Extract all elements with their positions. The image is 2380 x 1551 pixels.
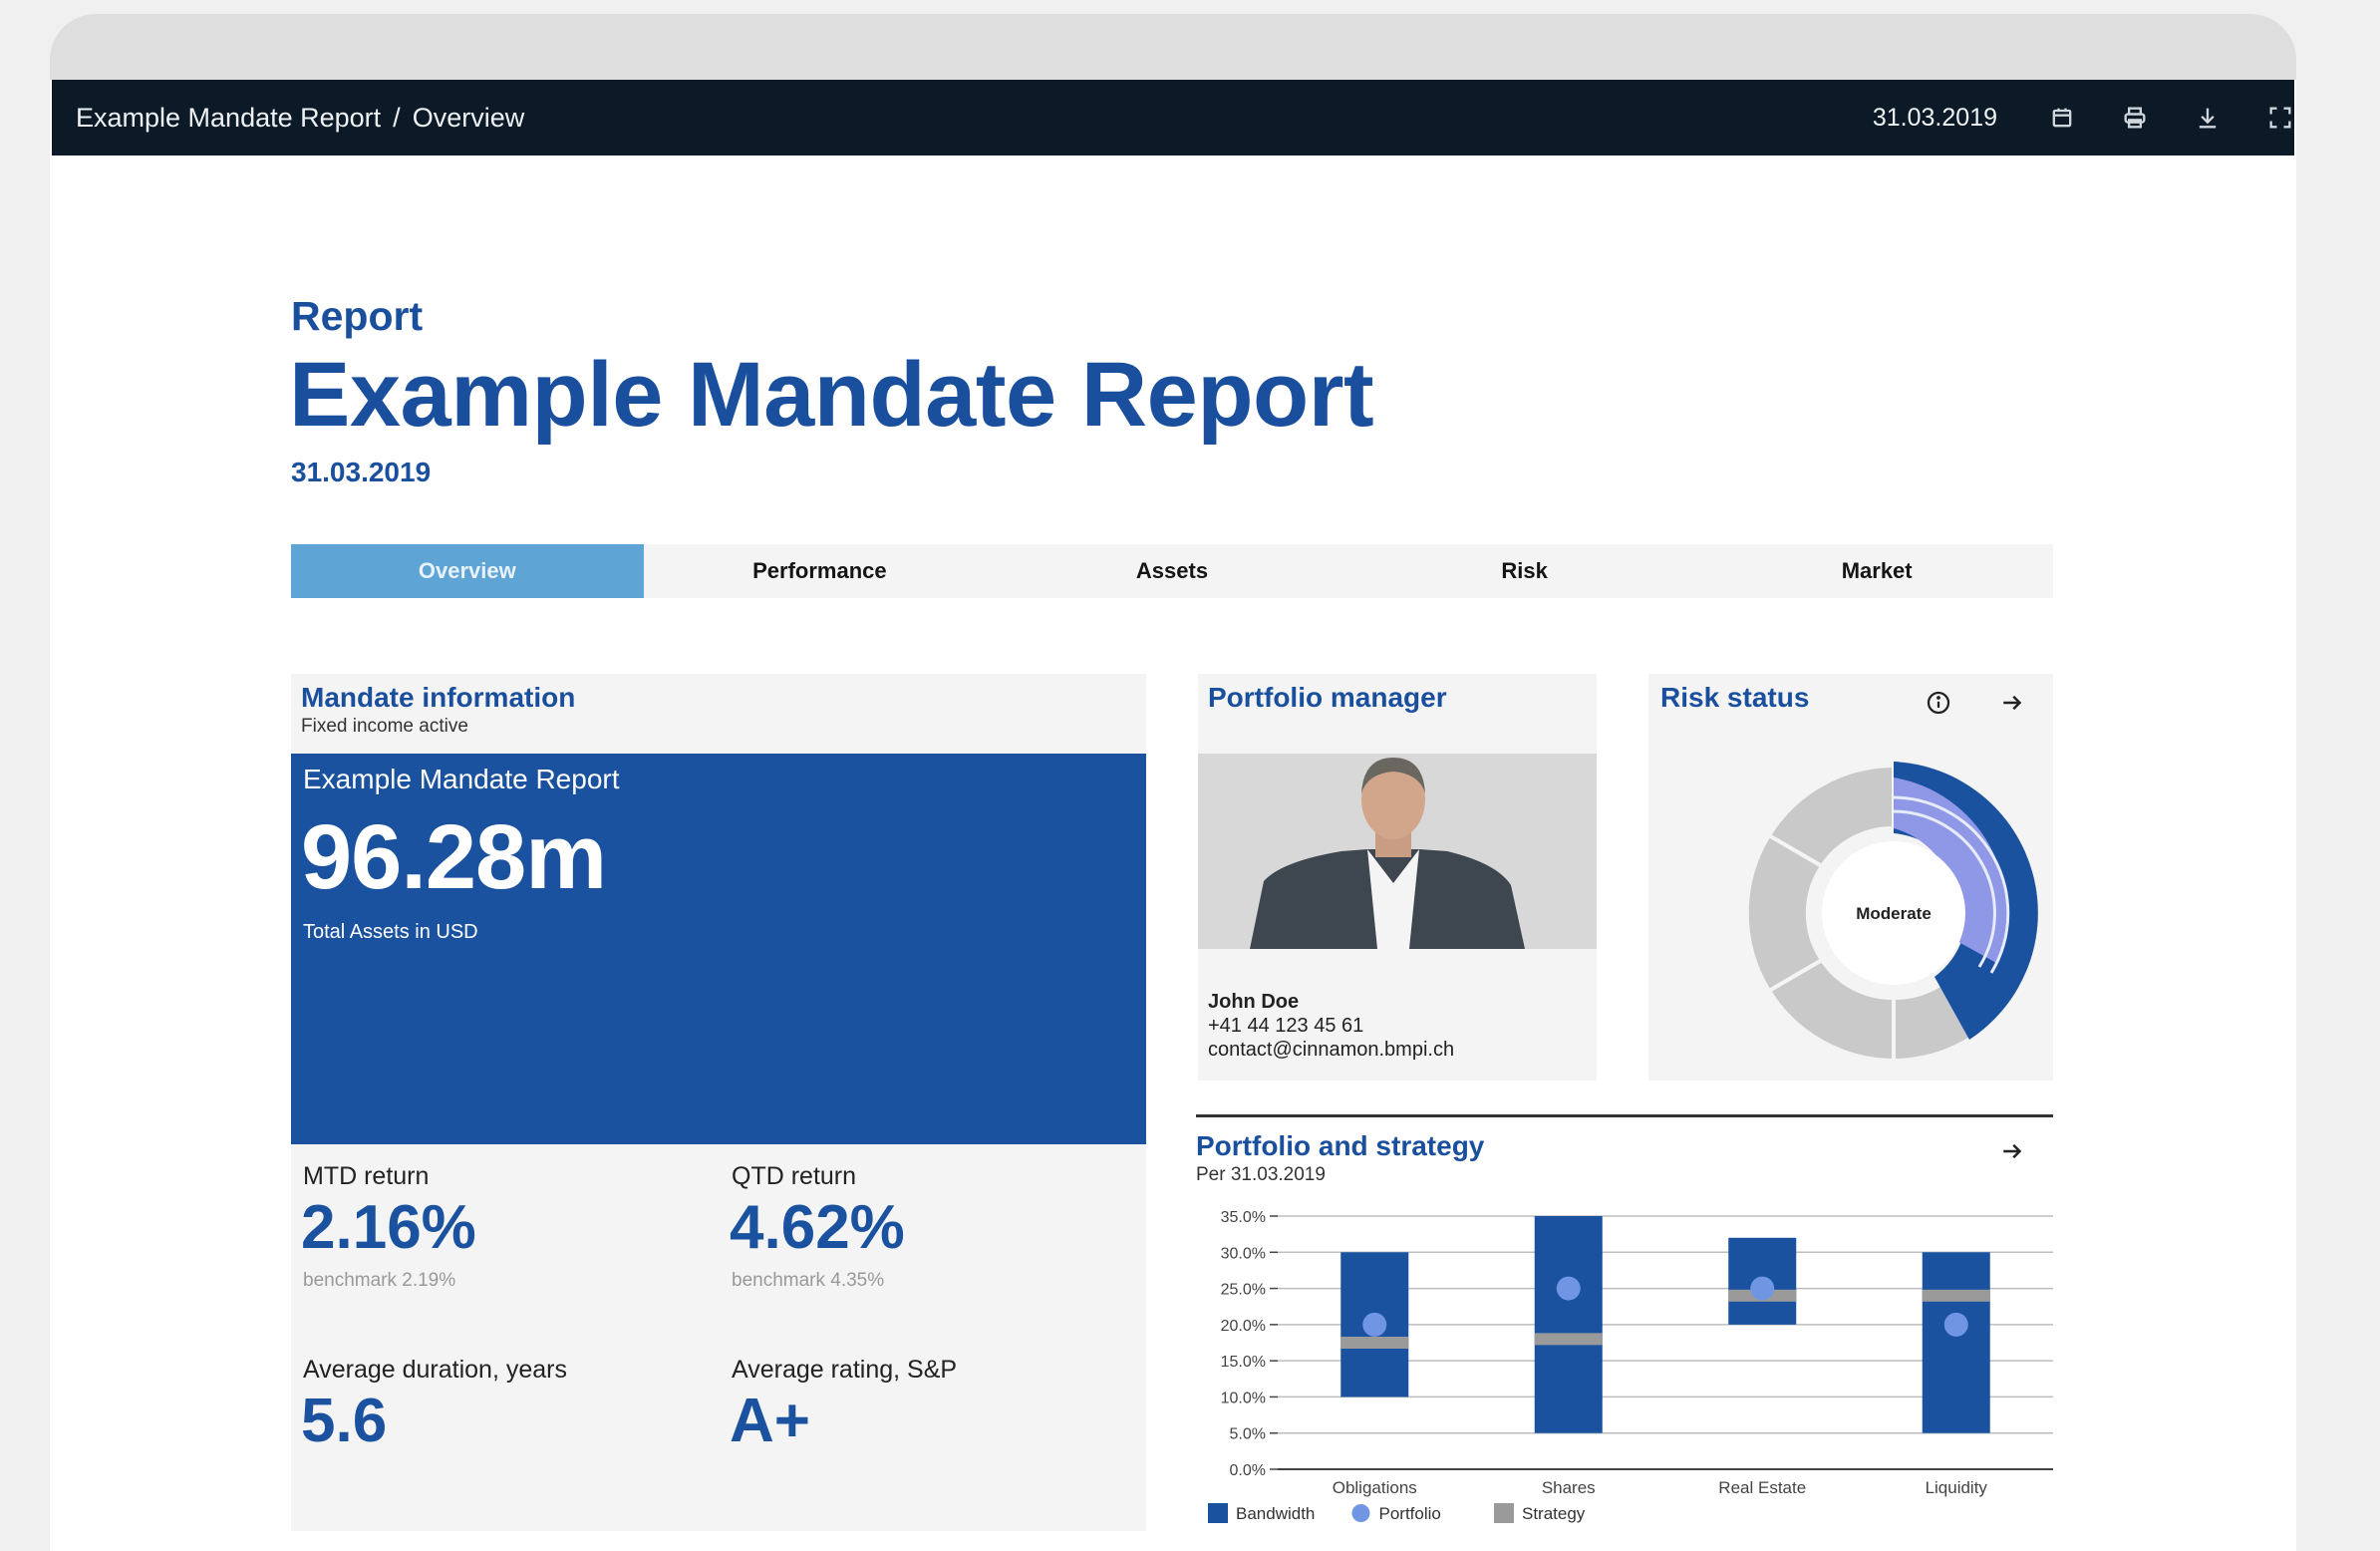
tab-risk[interactable]: Risk	[1348, 544, 1701, 598]
strategy-subtitle: Per 31.03.2019	[1196, 1164, 1326, 1185]
report-tabs: Overview Performance Assets Risk Market	[291, 544, 2053, 598]
tab-assets[interactable]: Assets	[996, 544, 1348, 598]
kpi-value: 2.16%	[301, 1193, 476, 1262]
mandate-title: Mandate information	[301, 682, 576, 713]
portfolio-strategy-chart: 0.0% 5.0% 10.0% 15.0% 20.0% 25.0% 30.0% 35.0% O…	[1208, 1209, 2053, 1523]
y-tick-label: 25.0%	[1221, 1282, 1266, 1299]
manager-portrait-icon	[1198, 754, 1597, 949]
legend-label: Bandwidth	[1236, 1504, 1315, 1523]
print-icon[interactable]	[2119, 102, 2151, 134]
tab-market[interactable]: Market	[1700, 544, 2053, 598]
manager-photo	[1198, 754, 1597, 949]
x-tick-label: Real Estate	[1718, 1478, 1806, 1497]
legend-label: Strategy	[1522, 1504, 1586, 1523]
mandate-subtitle: Fixed income active	[301, 716, 468, 737]
portfolio-point[interactable]	[1943, 1312, 1968, 1337]
breadcrumb-report[interactable]: Example Mandate Report	[76, 103, 381, 133]
manager-phone[interactable]: +41 44 123 45 61	[1208, 1015, 1363, 1038]
y-tick-label: 30.0%	[1221, 1245, 1266, 1262]
bandwidth-bar[interactable]	[1534, 1216, 1603, 1433]
y-tick-label: 10.0%	[1221, 1390, 1266, 1406]
kpi-label: QTD return	[732, 1162, 857, 1190]
kpi-value: 4.62%	[730, 1193, 905, 1262]
risk-level-label: Moderate	[1856, 904, 1932, 923]
kpi-benchmark: benchmark 2.19%	[303, 1270, 456, 1291]
breadcrumb-current: Overview	[412, 103, 525, 133]
fullscreen-icon[interactable]	[2264, 102, 2296, 134]
kpi-value: 5.6	[301, 1387, 388, 1455]
download-icon[interactable]	[2192, 102, 2224, 134]
legend-label: Portfolio	[1379, 1504, 1441, 1523]
info-icon[interactable]	[1924, 688, 1953, 718]
risk-status-title: Risk status	[1660, 682, 1810, 713]
calendar-icon[interactable]	[2046, 102, 2078, 134]
breadcrumb-separator: /	[393, 103, 401, 133]
arrow-right-icon[interactable]	[1997, 1136, 2027, 1166]
legend-swatch	[1351, 1504, 1370, 1522]
manager-name: John Doe	[1208, 991, 1300, 1013]
arrow-right-icon[interactable]	[1997, 688, 2027, 718]
risk-gauge: Moderate	[1744, 762, 2043, 1064]
portfolio-manager-title: Portfolio manager	[1208, 682, 1447, 713]
kpi-average-duration: Average duration, years 5.6	[291, 1342, 710, 1516]
bandwidth-bar[interactable]	[1922, 1252, 1990, 1433]
tab-performance[interactable]: Performance	[644, 544, 997, 598]
window-chrome	[50, 14, 2296, 80]
tab-overview[interactable]: Overview	[291, 544, 644, 598]
breadcrumb: Example Mandate Report / Overview	[76, 80, 524, 155]
portfolio-point[interactable]	[1362, 1312, 1387, 1337]
portfolio-point[interactable]	[1556, 1276, 1581, 1301]
strategy-marker[interactable]	[1922, 1289, 1990, 1302]
kpi-label: Average rating, S&P	[732, 1356, 958, 1384]
kpi-label: MTD return	[303, 1162, 430, 1190]
strategy-title: Portfolio and strategy	[1196, 1130, 1485, 1161]
page-date: 31.03.2019	[291, 457, 432, 487]
y-tick-label: 35.0%	[1221, 1209, 1266, 1226]
y-tick-label: 20.0%	[1221, 1318, 1266, 1335]
portfolio-point[interactable]	[1750, 1276, 1775, 1301]
kpi-label: Average duration, years	[303, 1356, 567, 1384]
y-tick-label: 15.0%	[1221, 1354, 1266, 1371]
mandate-name: Example Mandate Report	[303, 764, 620, 794]
kpi-average-rating: Average rating, S&P A+	[720, 1342, 1138, 1516]
x-tick-label: Shares	[1542, 1478, 1596, 1497]
kpi-benchmark: benchmark 4.35%	[732, 1270, 885, 1291]
kpi-value: A+	[730, 1387, 810, 1455]
strategy-marker[interactable]	[1340, 1337, 1409, 1349]
strategy-marker[interactable]	[1534, 1333, 1603, 1346]
report-date: 31.03.2019	[1872, 104, 1997, 132]
app-window: Example Mandate Report / Overview 31.03.20…	[50, 14, 2296, 1551]
section-divider	[1196, 1114, 2053, 1117]
y-tick-label: 0.0%	[1230, 1462, 1266, 1479]
legend-swatch	[1494, 1503, 1514, 1523]
report-content: Report Example Mandate Report 31.03.2019…	[50, 155, 2296, 1551]
y-tick-label: 5.0%	[1230, 1426, 1266, 1443]
page-title: Example Mandate Report	[289, 344, 1374, 446]
total-assets-panel: Example Mandate Report 96.28m Total Asse…	[291, 754, 1146, 1144]
top-bar: Example Mandate Report / Overview 31.03.20…	[52, 80, 2294, 155]
manager-email[interactable]: contact@cinnamon.bmpi.ch	[1208, 1039, 1454, 1062]
x-tick-label: Obligations	[1333, 1478, 1417, 1497]
page-pre-title: Report	[291, 293, 424, 339]
total-assets-label: Total Assets in USD	[303, 921, 478, 943]
legend-swatch	[1208, 1503, 1228, 1523]
kpi-qtd-return: QTD return 4.62% benchmark 4.35%	[720, 1148, 1138, 1323]
kpi-mtd-return: MTD return 2.16% benchmark 2.19%	[291, 1148, 710, 1323]
total-assets-value: 96.28m	[301, 806, 607, 908]
x-tick-label: Liquidity	[1926, 1478, 1988, 1497]
